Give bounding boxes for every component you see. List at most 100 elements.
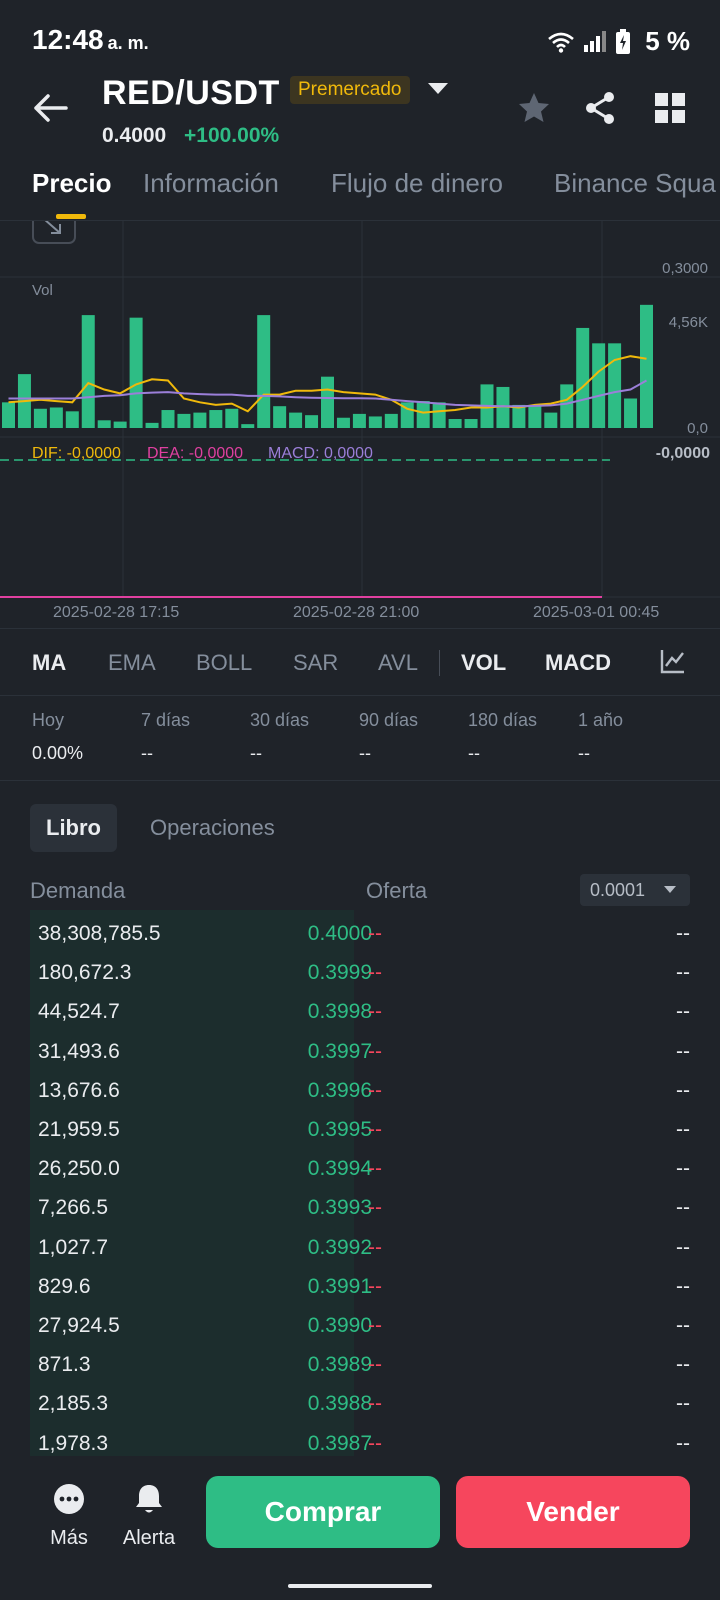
order-book-row[interactable]: 1,978.3 0.3987 -- -- <box>30 1424 690 1456</box>
volume-bar <box>193 412 207 428</box>
offer-header: Oferta <box>366 878 428 903</box>
volume-macd-chart[interactable]: 0,3000 Vol 4,56K 0,0 DIF: -0,0000 DEA: -… <box>0 210 720 629</box>
vol-axis-top: 4,56K <box>669 314 708 331</box>
caret-down-icon <box>664 886 676 893</box>
ask-quantity: -- <box>676 922 690 945</box>
more-icon <box>54 1484 84 1514</box>
order-book-row[interactable]: 31,493.6 0.3997 -- -- <box>30 1032 690 1072</box>
bid-quantity: 180,672.3 <box>38 961 132 985</box>
ask-quantity: -- <box>676 1078 690 1102</box>
status-bar: 12:48 a. m. 5 % <box>0 0 720 80</box>
order-book-row[interactable]: 1,027.7 0.3992 -- -- <box>30 1228 690 1268</box>
ask-quantity: -- <box>676 1157 690 1181</box>
volume-bar <box>209 410 223 428</box>
pair-title[interactable]: RED/USDT <box>102 74 280 113</box>
volume-bar <box>432 402 446 428</box>
ask-quantity: -- <box>676 1196 690 1220</box>
volume-bar <box>225 408 239 428</box>
tab-binance-square[interactable]: Binance Squa <box>554 168 716 199</box>
precision-select[interactable]: 0.0001 <box>580 874 690 906</box>
wifi-icon <box>548 32 575 53</box>
perf-label: 30 días <box>250 710 310 730</box>
ask-price: -- <box>368 1000 382 1024</box>
indicator-settings-icon[interactable] <box>660 648 686 674</box>
order-book-row[interactable]: 27,924.5 0.3990 -- -- <box>30 1306 690 1346</box>
ask-quantity: -- <box>676 1000 690 1024</box>
bid-price: 0.3996 <box>307 1078 372 1102</box>
bottom-action-bar: Más Alerta Comprar Vender <box>0 1456 720 1600</box>
status-icons: 5 % <box>547 26 690 57</box>
ask-quantity: -- <box>676 1431 690 1455</box>
share-icon[interactable] <box>582 90 618 126</box>
order-book-row[interactable]: 13,676.6 0.3996 -- -- <box>30 1071 690 1111</box>
perf-90d: 90 días -- <box>359 710 418 764</box>
volume-bar <box>81 315 95 428</box>
ask-quantity: -- <box>676 1039 690 1063</box>
order-book-row[interactable]: 2,185.3 0.3988 -- -- <box>30 1384 690 1424</box>
tab-informacion[interactable]: Información <box>143 168 279 199</box>
home-indicator <box>288 1584 432 1588</box>
indicator-boll[interactable]: BOLL <box>196 650 252 676</box>
ask-price: -- <box>368 1118 382 1141</box>
perf-label: Hoy <box>32 710 65 730</box>
chart-area[interactable]: 0,3000 Vol 4,56K 0,0 DIF: -0,0000 DEA: -… <box>0 210 720 629</box>
buy-button[interactable]: Comprar <box>206 1476 440 1548</box>
ask-price: -- <box>368 1353 382 1377</box>
volume-bar <box>448 419 462 428</box>
order-book-rows: 38,308,785.5 0.4000 -- -- 180,672.3 0.3999 -- -… <box>30 914 690 1456</box>
bid-price: 0.3992 <box>307 1235 372 1259</box>
order-book-row[interactable]: 871.3 0.3989 -- -- <box>30 1345 690 1385</box>
tab-precio[interactable]: Precio <box>32 168 112 199</box>
date-axis: 2025-02-28 17:15 2025-02-28 21:00 2025-0… <box>0 604 720 628</box>
indicator-avl[interactable]: AVL <box>378 650 418 676</box>
order-book-row[interactable]: 7,266.5 0.3993 -- -- <box>30 1188 690 1228</box>
tab-operaciones[interactable]: Operaciones <box>134 804 291 852</box>
grid-icon[interactable] <box>652 90 688 126</box>
signal-icon <box>584 30 607 52</box>
order-book-row[interactable]: 21,959.5 0.3995 -- -- <box>30 1110 690 1150</box>
last-price: 0.4000 <box>102 124 167 147</box>
bid-quantity: 38,308,785.5 <box>38 922 161 945</box>
more-label: Más <box>50 1527 88 1549</box>
order-book-row[interactable]: 180,672.3 0.3999 -- -- <box>30 953 690 993</box>
star-icon[interactable] <box>516 90 552 126</box>
indicator-macd[interactable]: MACD <box>545 650 611 676</box>
volume-bar <box>113 421 127 428</box>
volume-bar <box>33 408 47 428</box>
indicator-sar[interactable]: SAR <box>293 650 338 676</box>
order-book-row[interactable]: 829.6 0.3991 -- -- <box>30 1267 690 1307</box>
divider <box>0 628 720 629</box>
sell-button[interactable]: Vender <box>456 1476 690 1548</box>
bid-quantity: 2,185.3 <box>38 1392 109 1416</box>
tab-flujo-de-dinero[interactable]: Flujo de dinero <box>331 168 503 199</box>
indicator-vol[interactable]: VOL <box>461 650 506 676</box>
tab-libro[interactable]: Libro <box>30 804 117 852</box>
date-tick-label: 2025-02-28 17:15 <box>53 604 180 621</box>
more-button[interactable]: Más <box>34 1482 104 1550</box>
bid-price: 0.3987 <box>307 1431 372 1455</box>
active-tab-indicator <box>56 214 86 219</box>
ask-quantity: -- <box>676 1392 690 1416</box>
volume-bar <box>145 422 159 428</box>
indicator-divider <box>439 650 440 676</box>
bid-price: 0.3988 <box>307 1392 372 1416</box>
ask-quantity: -- <box>676 1118 690 1141</box>
expand-chart-icon[interactable] <box>32 210 76 244</box>
indicator-ma[interactable]: MA <box>32 650 66 676</box>
indicator-ema[interactable]: EMA <box>108 650 156 676</box>
vol-label: Vol <box>32 282 53 299</box>
volume-bar <box>544 412 558 428</box>
order-book-row[interactable]: 44,524.7 0.3998 -- -- <box>30 992 690 1032</box>
order-book-row[interactable]: 26,250.0 0.3994 -- -- <box>30 1149 690 1189</box>
perf-label: 1 año <box>578 710 624 730</box>
volume-bar <box>273 406 287 428</box>
bid-price: 0.3993 <box>307 1196 372 1220</box>
order-book-row[interactable]: 38,308,785.5 0.4000 -- -- <box>30 914 690 954</box>
perf-label: 180 días <box>468 710 538 730</box>
pair-dropdown-icon[interactable] <box>428 83 448 94</box>
perf-value: -- <box>468 743 480 763</box>
main-tabs: Precio Información Flujo de dinero Binan… <box>0 160 720 220</box>
volume-bar <box>608 343 622 428</box>
back-arrow-icon[interactable] <box>30 88 70 128</box>
alert-button[interactable]: Alerta <box>114 1482 184 1550</box>
